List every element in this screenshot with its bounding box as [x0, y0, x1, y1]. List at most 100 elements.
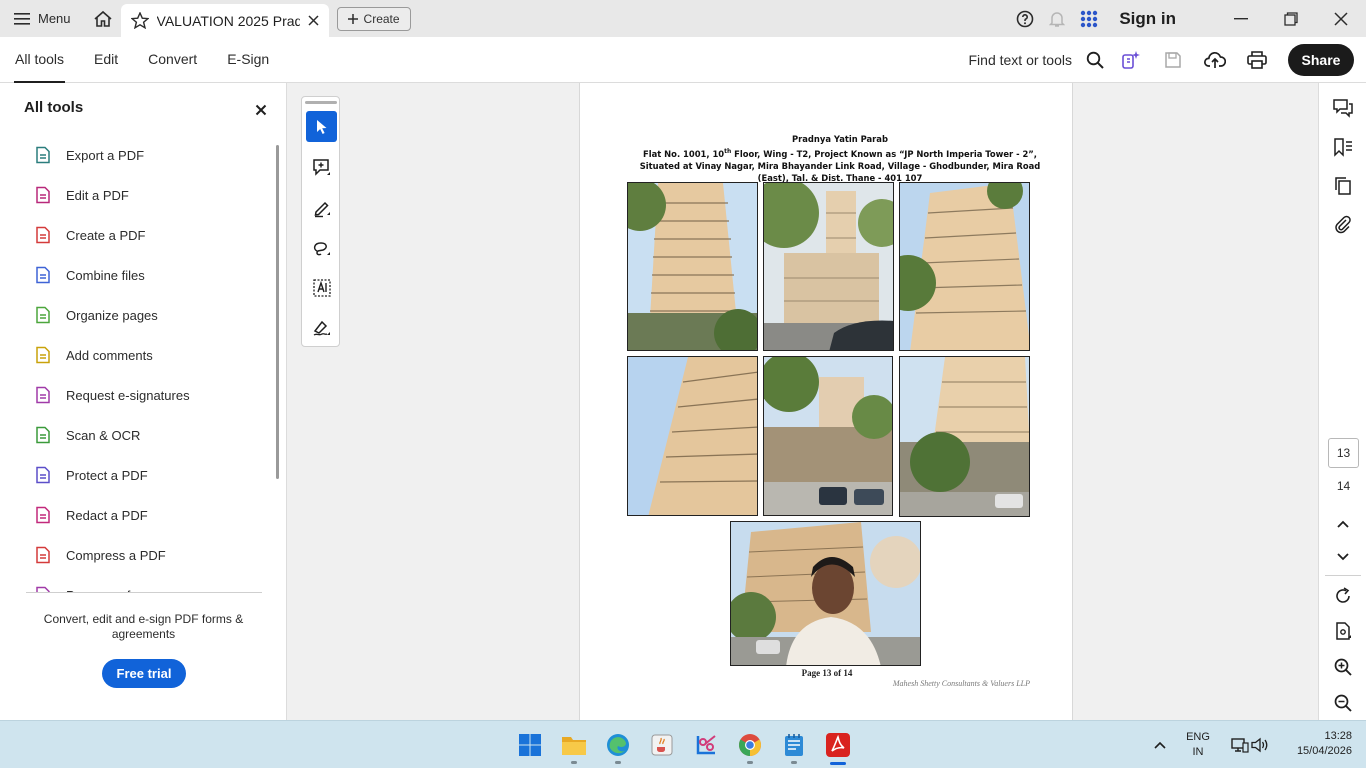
all-tools-panel: All tools Export a PDF Edit a PDF Create a… [0, 83, 287, 720]
tool-item-label: Scan & OCR [66, 427, 141, 443]
home-button[interactable] [85, 0, 121, 37]
owner-name: Pradnya Yatin Parab [792, 134, 888, 144]
create-button[interactable]: Create [336, 6, 411, 31]
highlight-tool[interactable] [306, 192, 337, 223]
print-button[interactable] [1236, 37, 1278, 83]
tool-item-label: Add comments [66, 347, 153, 363]
close-tab-icon[interactable] [308, 15, 319, 26]
panel-scrollbar[interactable] [276, 145, 279, 479]
address-line-2: Situated at Vinay Nagar, Mira Bhayander … [639, 160, 1041, 171]
find-text-label[interactable]: Find text or tools [969, 52, 1073, 68]
minimize-button[interactable] [1216, 0, 1266, 37]
notifications-button[interactable] [1041, 0, 1073, 37]
region-code: IN [1192, 746, 1204, 758]
acrobat-button[interactable] [822, 729, 854, 761]
notepad-button[interactable] [778, 729, 810, 761]
close-panel-icon[interactable] [252, 101, 270, 119]
select-tool[interactable] [306, 111, 337, 142]
rail-divider [1325, 575, 1361, 576]
tab-convert[interactable]: Convert [133, 37, 212, 83]
sign-in-link[interactable]: Sign in [1119, 9, 1176, 29]
menu-button[interactable]: Menu [0, 0, 85, 37]
protect-pdf-icon [36, 466, 50, 484]
attachments-panel-button[interactable] [1331, 213, 1355, 237]
zoom-in-button[interactable] [1331, 655, 1355, 679]
volume-button[interactable] [1244, 729, 1276, 761]
current-page-input[interactable]: 13 [1328, 438, 1359, 468]
help-button[interactable] [1009, 0, 1041, 37]
input-language[interactable]: ENG IN [1185, 730, 1211, 760]
tool-item[interactable]: Prepare a form [0, 575, 270, 593]
chrome-button[interactable] [734, 729, 766, 761]
close-window-button[interactable] [1316, 0, 1366, 37]
chevron-down-icon [1337, 553, 1349, 561]
tool-item[interactable]: Protect a PDF [0, 455, 270, 495]
tool-item-label: Protect a PDF [66, 467, 148, 483]
text-select-tool[interactable] [306, 272, 337, 303]
java-app-button[interactable] [646, 729, 678, 761]
speaker-icon [1251, 737, 1268, 753]
tool-item[interactable]: Scan & OCR [0, 415, 270, 455]
document-tab[interactable]: VALUATION 2025 Pradn... [120, 4, 329, 37]
address-line-1-end: Floor, Wing - T2, Project Known as “JP N… [731, 148, 1037, 159]
tool-item[interactable]: Create a PDF [0, 215, 270, 255]
help-icon [1017, 10, 1034, 27]
page-number-label: Page 13 of 14 [801, 668, 853, 678]
address-line-1-start: Flat No. 1001, 10 [643, 148, 725, 159]
compress-pdf-icon [36, 546, 50, 564]
page-display-button[interactable] [1331, 619, 1355, 643]
restore-button[interactable] [1266, 0, 1316, 37]
pages-icon [1335, 177, 1351, 195]
home-icon [94, 10, 112, 27]
tab-esign[interactable]: E-Sign [212, 37, 284, 83]
tool-item-label: Compress a PDF [66, 547, 166, 563]
start-button[interactable] [514, 729, 546, 761]
previous-page-button[interactable] [1331, 512, 1355, 536]
language-code: ENG [1186, 731, 1210, 743]
restore-icon [1284, 11, 1298, 26]
bookmarks-panel-button[interactable] [1331, 135, 1355, 159]
next-page-button[interactable] [1331, 545, 1355, 569]
sign-tool[interactable] [306, 312, 337, 343]
apps-button[interactable] [1073, 0, 1105, 37]
rotate-button[interactable] [1331, 584, 1355, 608]
snipping-tool-button[interactable] [690, 729, 722, 761]
ai-assistant-button[interactable] [1110, 37, 1152, 83]
system-clock[interactable]: 13:28 15/04/2026 [1278, 729, 1352, 759]
comments-panel-button[interactable] [1331, 96, 1355, 120]
tool-item[interactable]: Combine files [0, 255, 270, 295]
zoom-out-button[interactable] [1331, 691, 1355, 715]
search-button[interactable] [1080, 37, 1110, 83]
star-icon[interactable] [130, 12, 149, 29]
tool-item[interactable]: Export a PDF [0, 135, 270, 175]
file-explorer-button[interactable] [558, 729, 590, 761]
close-icon [1334, 11, 1348, 26]
tool-item[interactable]: Organize pages [0, 295, 270, 335]
upload-cloud-button[interactable] [1194, 37, 1236, 83]
pages-panel-button[interactable] [1331, 174, 1355, 198]
tool-item-label: Organize pages [66, 307, 158, 323]
edge-button[interactable] [602, 729, 634, 761]
building-photo-1 [627, 182, 758, 351]
hamburger-icon [14, 12, 30, 25]
tool-item[interactable]: Request e-signatures [0, 375, 270, 415]
free-trial-button[interactable]: Free trial [102, 659, 186, 688]
add-comment-tool[interactable] [306, 152, 337, 183]
tool-item[interactable]: Edit a PDF [0, 175, 270, 215]
title-bar-right: Sign in [1009, 0, 1366, 37]
edge-indicator [615, 761, 621, 764]
windows-taskbar: ENG IN 13:28 15/04/2026 [0, 720, 1366, 768]
chrome-indicator [747, 761, 753, 764]
tool-item[interactable]: Compress a PDF [0, 535, 270, 575]
tab-all-tools[interactable]: All tools [0, 37, 79, 83]
tool-item[interactable]: Redact a PDF [0, 495, 270, 535]
tab-edit[interactable]: Edit [79, 37, 133, 83]
save-button[interactable] [1152, 37, 1194, 83]
share-button[interactable]: Share [1288, 44, 1354, 76]
toolbar-grip[interactable] [305, 101, 337, 104]
tool-item[interactable]: Add comments [0, 335, 270, 375]
show-hidden-icons-button[interactable] [1144, 729, 1176, 761]
draw-tool[interactable] [306, 232, 337, 263]
page-settings-icon [1336, 622, 1351, 640]
right-rail: 13 14 [1318, 83, 1366, 720]
